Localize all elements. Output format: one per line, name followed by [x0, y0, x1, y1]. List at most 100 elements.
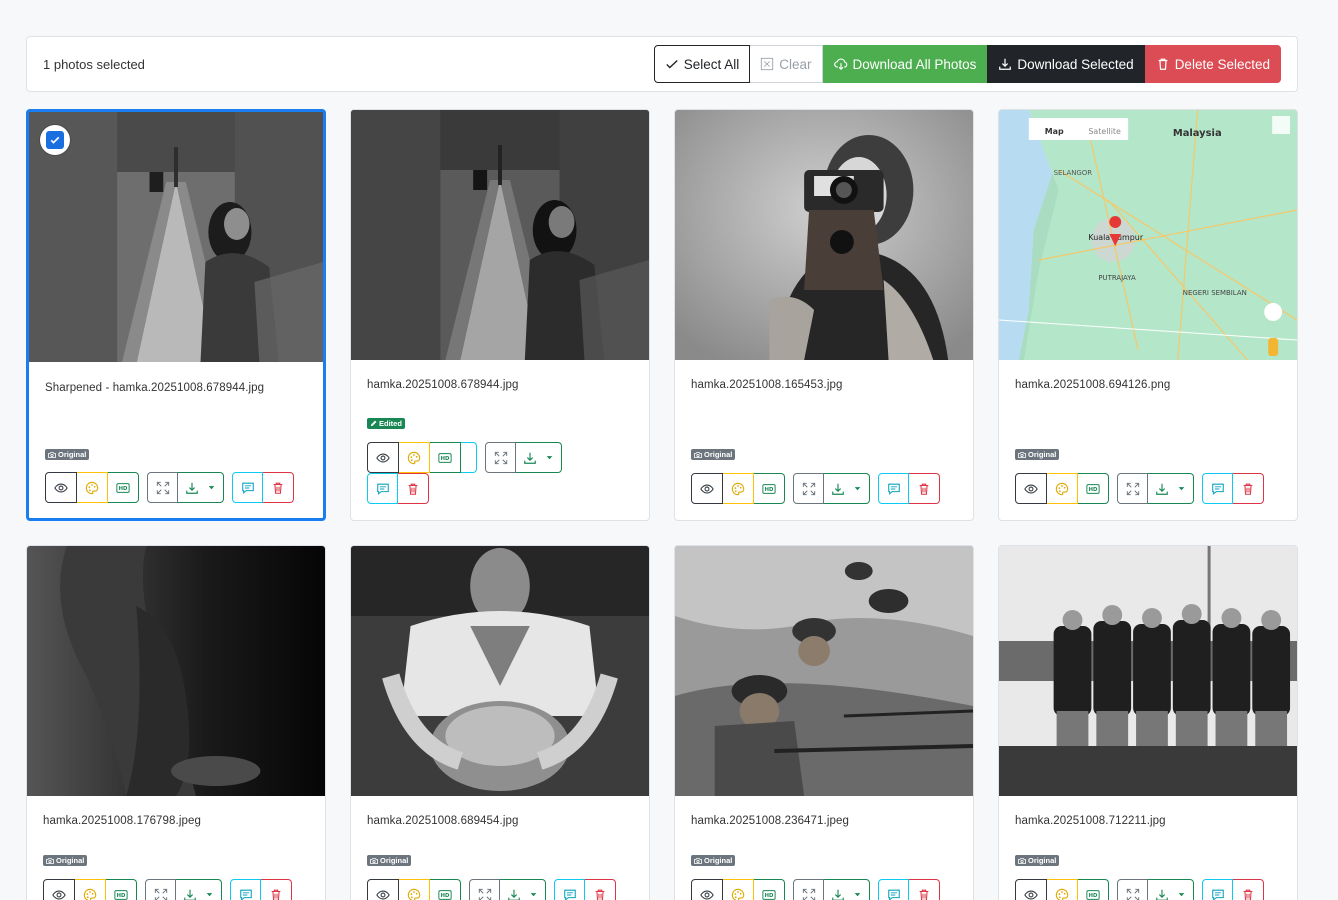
edit-colors-button[interactable] [77, 472, 108, 503]
photo-actions [691, 879, 940, 900]
selection-checkbox[interactable] [40, 125, 70, 155]
edit-colors-button[interactable] [723, 473, 754, 504]
hd-button[interactable] [430, 879, 461, 900]
delete-button[interactable] [263, 472, 294, 503]
photo-card[interactable]: hamka.20251008.689454.jpg Original [350, 545, 650, 900]
download-dropdown-button[interactable] [824, 879, 870, 900]
photo-thumbnail[interactable] [999, 546, 1297, 796]
photo-card[interactable]: hamka.20251008.678944.jpg Edited [350, 109, 650, 521]
fullscreen-button[interactable] [147, 472, 178, 503]
photo-actions [691, 473, 940, 504]
photo-thumbnail[interactable]: Map Satellite Malaysia SELANGOR Kuala Lu… [999, 110, 1297, 360]
photo-thumbnail[interactable] [675, 546, 973, 796]
hd-button[interactable] [106, 879, 137, 900]
chat-icon [887, 888, 901, 900]
photo-card[interactable]: Map Satellite Malaysia SELANGOR Kuala Lu… [998, 109, 1298, 521]
caret-down-icon [853, 890, 862, 899]
view-button[interactable] [43, 879, 75, 900]
photo-thumbnail[interactable] [27, 546, 325, 796]
fullscreen-button[interactable] [1117, 879, 1148, 900]
comment-button[interactable] [230, 879, 261, 900]
delete-button[interactable] [261, 879, 292, 900]
photo-thumbnail[interactable] [351, 546, 649, 796]
download-dropdown-button[interactable] [500, 879, 546, 900]
download-selected-button[interactable]: Download Selected [987, 45, 1145, 83]
clear-button[interactable]: Clear [750, 45, 823, 83]
download-icon [831, 482, 845, 496]
map-label-state: NEGERI SEMBILAN [1183, 289, 1247, 297]
download-dropdown-button[interactable] [1148, 879, 1194, 900]
edit-colors-button[interactable] [1047, 473, 1078, 504]
edit-colors-button[interactable] [723, 879, 754, 900]
compare-button[interactable] [461, 442, 477, 473]
view-button[interactable] [691, 879, 723, 900]
photo-card[interactable]: Sharpened - hamka.20251008.678944.jpg Or… [26, 109, 326, 521]
delete-button[interactable] [909, 473, 940, 504]
photo-card[interactable]: hamka.20251008.712211.jpg Original [998, 545, 1298, 900]
hd-button[interactable] [754, 879, 785, 900]
fullscreen-button[interactable] [793, 473, 824, 504]
satellite-tab[interactable]: Satellite [1088, 127, 1121, 136]
photo-card[interactable]: hamka.20251008.176798.jpeg Original [26, 545, 326, 900]
download-dropdown-button[interactable] [516, 442, 562, 473]
comment-button[interactable] [1202, 879, 1233, 900]
fullscreen-button[interactable] [1117, 473, 1148, 504]
delete-button[interactable] [585, 879, 616, 900]
comment-button[interactable] [878, 473, 909, 504]
select-all-button[interactable]: Select All [653, 45, 751, 83]
selected-count: 1 photos selected [43, 57, 145, 72]
delete-selected-button[interactable]: Delete Selected [1144, 45, 1281, 83]
photo-thumbnail[interactable] [29, 112, 323, 362]
comment-button[interactable] [1202, 473, 1233, 504]
trash-icon [271, 481, 285, 495]
download-dropdown-button[interactable] [178, 472, 224, 503]
edit-colors-button[interactable] [399, 879, 430, 900]
hd-button[interactable] [754, 473, 785, 504]
view-button[interactable] [367, 442, 399, 473]
map-label-region: SELANGOR [1054, 169, 1093, 177]
chat-icon [887, 482, 901, 496]
fullscreen-button[interactable] [145, 879, 176, 900]
x-square-icon [761, 57, 774, 71]
delete-button[interactable] [1233, 473, 1264, 504]
view-button[interactable] [691, 473, 723, 504]
map-tab[interactable]: Map [1045, 127, 1064, 136]
download-dropdown-button[interactable] [824, 473, 870, 504]
edit-colors-button[interactable] [1047, 879, 1078, 900]
view-button[interactable] [367, 879, 399, 900]
photo-card[interactable]: hamka.20251008.236471.jpeg Original [674, 545, 974, 900]
photo-thumbnail[interactable] [351, 110, 649, 360]
eye-icon [52, 888, 66, 900]
caret-down-icon [853, 484, 862, 493]
delete-button[interactable] [909, 879, 940, 900]
camera-icon [694, 857, 702, 865]
camera-icon [1018, 451, 1026, 459]
hd-button[interactable] [1078, 473, 1109, 504]
comment-button[interactable] [232, 472, 263, 503]
photo-thumbnail[interactable] [675, 110, 973, 360]
hd-button[interactable] [1078, 879, 1109, 900]
photo-actions [1015, 879, 1264, 900]
view-button[interactable] [45, 472, 77, 503]
comment-button[interactable] [367, 473, 398, 504]
photo-card[interactable]: hamka.20251008.165453.jpg Original [674, 109, 974, 521]
hd-button[interactable] [108, 472, 139, 503]
view-button[interactable] [1015, 879, 1047, 900]
download-dropdown-button[interactable] [176, 879, 222, 900]
comment-button[interactable] [554, 879, 585, 900]
view-button[interactable] [1015, 473, 1047, 504]
delete-button[interactable] [398, 473, 429, 504]
expand-icon [154, 888, 168, 900]
fullscreen-button[interactable] [469, 879, 500, 900]
download-all-button[interactable]: Download All Photos [822, 45, 988, 83]
fullscreen-button[interactable] [793, 879, 824, 900]
fullscreen-button[interactable] [485, 442, 516, 473]
comment-button[interactable] [878, 879, 909, 900]
edit-colors-button[interactable] [399, 442, 430, 473]
delete-button[interactable] [1233, 879, 1264, 900]
hd-button[interactable] [430, 442, 461, 473]
edit-colors-button[interactable] [75, 879, 106, 900]
photo-filename: hamka.20251008.694126.png [1015, 379, 1171, 391]
download-dropdown-button[interactable] [1148, 473, 1194, 504]
original-badge: Original [367, 855, 412, 866]
